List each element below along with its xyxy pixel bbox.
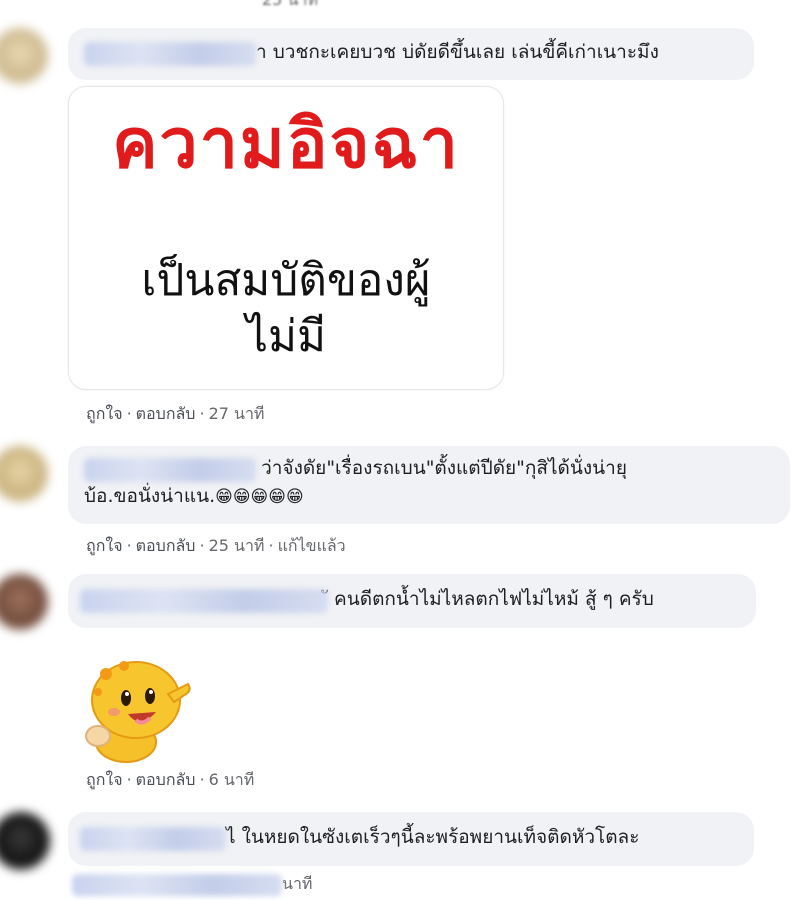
comment-bubble: า บวชกะเคยบวช บ่ดัยดีขึ้นเลย เล่นขี้คีเก… <box>68 28 754 80</box>
comment-bubble: ว่าจังดัย"เรื่องรถเบน"ตั้งแต่ปีดัย"กุสิไ… <box>68 446 790 524</box>
sticker-eye-shine <box>125 692 129 696</box>
avatar[interactable] <box>0 812 50 870</box>
sticker-eye-shine <box>149 690 153 694</box>
sticker-cheek <box>108 708 120 716</box>
image-title: ความอิจฉา <box>112 105 460 184</box>
image-line-2: ไม่มี <box>245 311 327 362</box>
comment-text-line-2: บ้อ.ขอนั่งน่าแน. <box>84 485 216 507</box>
comment-text: ั คนดีตกน้ำไม่ไหลตกไฟไม่ไหม้ สู้ ๆ ครับ <box>328 588 654 610</box>
commenter-name-blurred[interactable] <box>80 588 328 613</box>
sticker-hand <box>85 725 111 747</box>
timestamp[interactable]: 25 นาที <box>209 536 265 555</box>
top-partial-meta: 25 นาที <box>262 0 318 13</box>
comment-bubble: ั คนดีตกน้ำไม่ไหลตกไฟไม่ไหม้ สู้ ๆ ครับ <box>68 574 756 628</box>
grinning-emoji-icon: 😁😁😁😁😁 <box>215 487 304 507</box>
like-link[interactable]: ถูกใจ <box>86 404 123 423</box>
reply-link[interactable]: ตอบกลับ <box>136 770 196 789</box>
actions-blurred <box>72 873 282 896</box>
avatar[interactable] <box>0 446 48 502</box>
sticker-spot <box>94 688 102 696</box>
comment-actions: ถูกใจ · ตอบกลับ · 25 นาที · แก้ไขแล้ว <box>86 536 346 555</box>
yellow-cartoon-sticker[interactable] <box>76 654 194 764</box>
edited-label[interactable]: แก้ไขแล้ว <box>278 536 346 555</box>
avatar[interactable] <box>0 28 48 84</box>
commenter-name-blurred[interactable] <box>80 826 226 851</box>
sticker-spot <box>100 668 112 680</box>
image-line-1: เป็นสมบัติของผู้ <box>141 255 431 306</box>
like-link[interactable]: ถูกใจ <box>86 536 123 555</box>
comment-text: า บวชกะเคยบวช บ่ดัยดีขึ้นเลย เล่นขี้คีเก… <box>256 41 659 63</box>
commenter-name-blurred[interactable] <box>84 457 256 482</box>
reply-link[interactable]: ตอบกลับ <box>136 536 196 555</box>
reply-link[interactable]: ตอบกลับ <box>136 404 196 423</box>
like-link[interactable]: ถูกใจ <box>86 770 123 789</box>
comment-bubble: ไ ในหยดในซังเตเร็วๆนี้ละพร้อพยานเท็จติดห… <box>68 812 754 866</box>
timestamp[interactable]: 27 นาที <box>209 404 265 423</box>
comment-actions: นาที <box>72 872 312 897</box>
comment-image[interactable]: ความอิจฉา เป็นสมบัติของผู้ ไม่มี <box>68 86 504 390</box>
timestamp[interactable]: 6 นาที <box>209 770 255 789</box>
comment-text: ไ ในหยดในซังเตเร็วๆนี้ละพร้อพยานเท็จติดห… <box>226 826 640 848</box>
comment-actions: ถูกใจ · ตอบกลับ · 27 นาที <box>86 404 265 423</box>
avatar[interactable] <box>0 574 48 630</box>
comment-actions: ถูกใจ · ตอบกลับ · 6 นาที <box>86 770 255 789</box>
sticker-spot <box>119 661 129 671</box>
commenter-name-blurred[interactable] <box>84 41 256 66</box>
comment-text-line-1: ว่าจังดัย"เรื่องรถเบน"ตั้งแต่ปีดัย"กุสิไ… <box>261 457 627 479</box>
timestamp[interactable]: นาที <box>282 874 312 893</box>
